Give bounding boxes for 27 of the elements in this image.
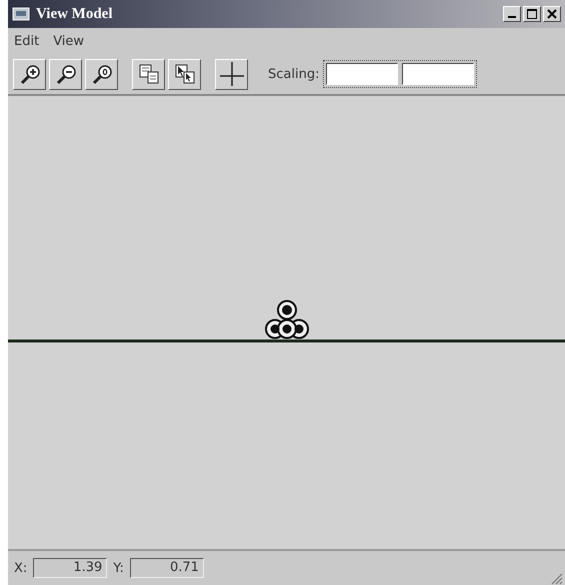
close-button[interactable]	[543, 6, 561, 22]
menu-item[interactable]: View	[53, 34, 84, 48]
minimize-button[interactable]	[503, 6, 521, 22]
copy-button[interactable]	[132, 58, 165, 90]
copy-arrow-button[interactable]	[168, 58, 201, 90]
minimize-icon	[508, 16, 516, 18]
crosshair-button[interactable]	[215, 58, 248, 90]
resize-grip-icon	[549, 571, 563, 585]
app-icon	[12, 5, 30, 23]
scaling-field[interactable]	[402, 63, 474, 85]
x-value-field: 1.39	[33, 558, 108, 578]
copy-arrow-icon	[172, 62, 196, 86]
crosshair-icon	[220, 62, 244, 86]
y-label: Y:	[113, 560, 124, 576]
y-value-field: 0.71	[130, 558, 204, 578]
copy-icon	[136, 62, 160, 86]
zoom-reset-button[interactable]	[85, 58, 118, 90]
maximize-icon	[524, 6, 540, 22]
x-label: X:	[14, 560, 28, 576]
scaling-field[interactable]	[326, 63, 398, 85]
menu-item[interactable]: Edit	[14, 34, 40, 48]
balls-drawing	[265, 300, 309, 339]
zoom-in-button[interactable]	[13, 58, 46, 90]
window-title: View Model	[36, 6, 114, 22]
maximize-button[interactable]	[523, 6, 541, 22]
zoom-out-button[interactable]	[49, 58, 82, 90]
scaling-label: Scaling:	[268, 66, 320, 82]
